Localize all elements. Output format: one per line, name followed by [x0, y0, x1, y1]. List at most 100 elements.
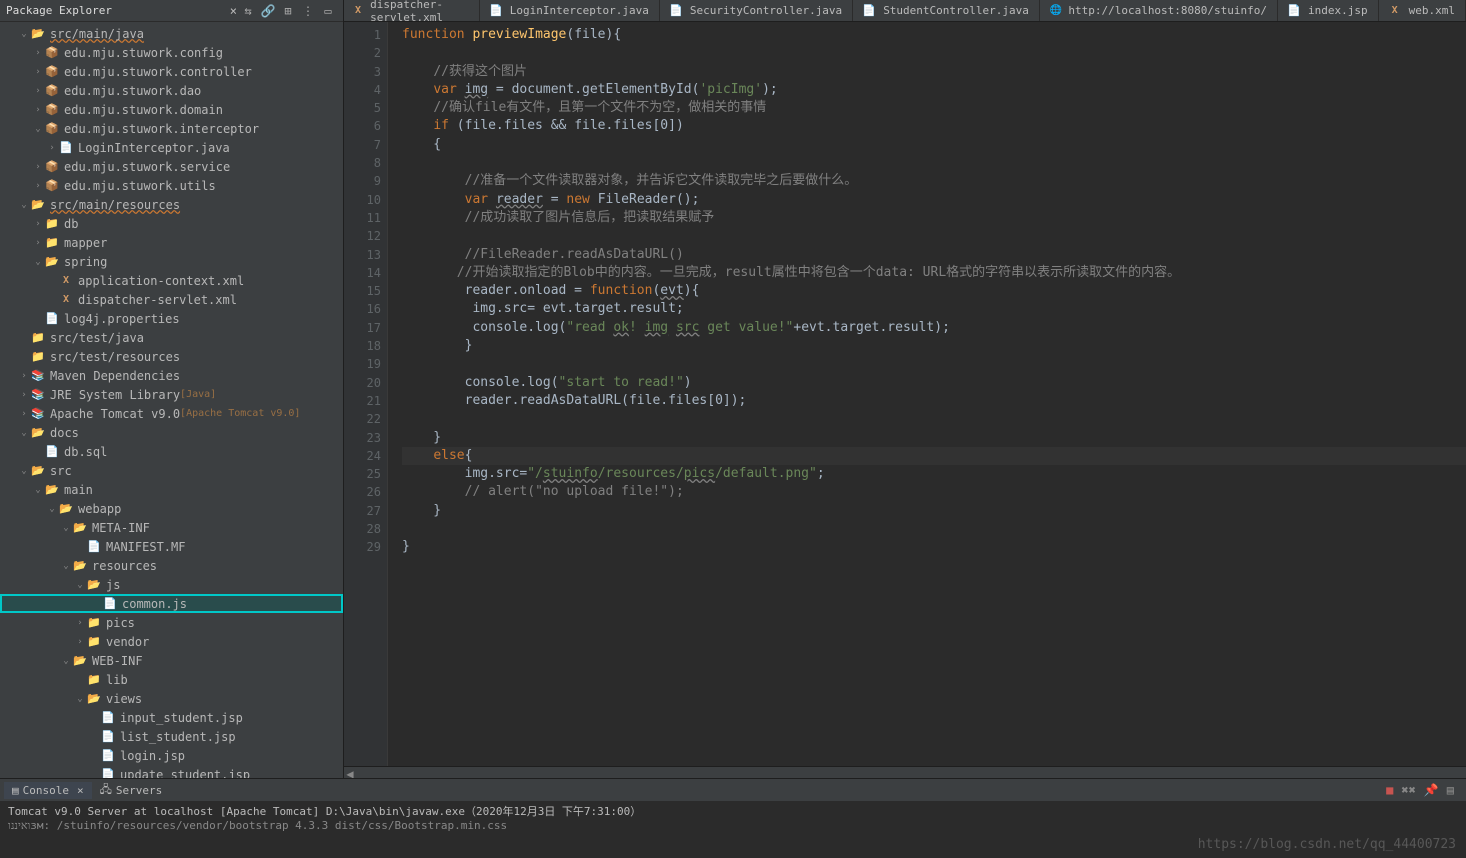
tree-item[interactable]: src/test/java [0, 328, 343, 347]
code-line[interactable]: reader.readAsDataURL(file.files[0]); [402, 392, 1466, 410]
code-line[interactable]: else{ [402, 447, 1466, 465]
chevron-down-icon[interactable]: ⌄ [46, 504, 58, 514]
tree-item[interactable]: ⌄src/main/java [0, 24, 343, 43]
focus-icon[interactable]: ⊞ [281, 4, 295, 18]
chevron-right-icon[interactable]: › [74, 618, 86, 628]
tree-item[interactable]: ⌄docs [0, 423, 343, 442]
tree-item[interactable]: log4j.properties [0, 309, 343, 328]
chevron-down-icon[interactable]: ⌄ [60, 656, 72, 666]
chevron-down-icon[interactable]: ⌄ [18, 29, 30, 39]
tree-item[interactable]: ›mapper [0, 233, 343, 252]
chevron-down-icon[interactable]: ⌄ [32, 485, 44, 495]
tree-item[interactable]: ⌄js [0, 575, 343, 594]
tree-item[interactable]: ›edu.mju.stuwork.dao [0, 81, 343, 100]
code-line[interactable]: img.src="/stuinfo/resources/pics/default… [402, 465, 1466, 483]
code-editor[interactable]: function previewImage(file){ //获得这个图片 va… [388, 22, 1466, 766]
tree-item[interactable]: ›edu.mju.stuwork.service [0, 157, 343, 176]
code-line[interactable]: } [402, 502, 1466, 520]
code-line[interactable]: var reader = new FileReader(); [402, 191, 1466, 209]
minimize-icon[interactable]: ▭ [321, 4, 335, 18]
tree-item[interactable]: ›pics [0, 613, 343, 632]
chevron-down-icon[interactable]: ⌄ [74, 694, 86, 704]
tree-item[interactable]: update_student.jsp [0, 765, 343, 778]
editor-tab[interactable]: dispatcher-servlet.xml [344, 0, 480, 21]
tree-item[interactable]: ⌄META-INF [0, 518, 343, 537]
chevron-down-icon[interactable]: ⌄ [32, 257, 44, 267]
tree-item[interactable]: ⌄spring [0, 252, 343, 271]
code-line[interactable] [402, 520, 1466, 538]
view-menu-icon[interactable]: ⋮ [301, 4, 315, 18]
code-line[interactable] [402, 355, 1466, 373]
tree-item[interactable]: lib [0, 670, 343, 689]
tree-item[interactable]: ›edu.mju.stuwork.config [0, 43, 343, 62]
tab-servers[interactable]: 🖧 Servers [92, 779, 171, 802]
tree-item[interactable]: ⌄views [0, 689, 343, 708]
chevron-down-icon[interactable]: ⌄ [32, 124, 44, 134]
code-line[interactable] [402, 44, 1466, 62]
code-line[interactable] [402, 154, 1466, 172]
code-line[interactable]: // alert("no upload file!"); [402, 483, 1466, 501]
tree-item[interactable]: src/test/resources [0, 347, 343, 366]
tree-item[interactable]: ›Maven Dependencies [0, 366, 343, 385]
link-editor-icon[interactable]: 🔗 [261, 4, 275, 18]
chevron-right-icon[interactable]: › [32, 48, 44, 58]
code-line[interactable]: //确认file有文件，且第一个文件不为空，做相关的事情 [402, 99, 1466, 117]
tree-item[interactable]: common.js [0, 594, 343, 613]
tree-item[interactable]: ›edu.mju.stuwork.utils [0, 176, 343, 195]
tree-item[interactable]: ›edu.mju.stuwork.domain [0, 100, 343, 119]
editor-tab[interactable]: web.xml [1379, 0, 1466, 21]
tree-item[interactable]: ›db [0, 214, 343, 233]
project-tree[interactable]: ⌄src/main/java›edu.mju.stuwork.config›ed… [0, 22, 343, 778]
chevron-down-icon[interactable]: ⌄ [60, 561, 72, 571]
chevron-down-icon[interactable]: ⌄ [18, 200, 30, 210]
editor-tab[interactable]: StudentController.java [853, 0, 1040, 21]
chevron-right-icon[interactable]: › [32, 219, 44, 229]
tree-item[interactable]: db.sql [0, 442, 343, 461]
code-line[interactable] [402, 410, 1466, 428]
chevron-right-icon[interactable]: › [74, 637, 86, 647]
code-line[interactable]: //FileReader.readAsDataURL() [402, 246, 1466, 264]
code-line[interactable]: //成功读取了图片信息后，把读取结果赋予 [402, 209, 1466, 227]
tree-item[interactable]: ›Apache Tomcat v9.0 [Apache Tomcat v9.0] [0, 404, 343, 423]
tab-console[interactable]: ▤ Console × [4, 782, 92, 799]
tree-item[interactable]: ⌄main [0, 480, 343, 499]
chevron-right-icon[interactable]: › [32, 105, 44, 115]
code-line[interactable]: } [402, 429, 1466, 447]
code-line[interactable]: } [402, 538, 1466, 556]
code-line[interactable]: reader.onload = function(evt){ [402, 282, 1466, 300]
editor-tab[interactable]: LoginInterceptor.java [480, 0, 660, 21]
editor-tab[interactable]: SecurityController.java [660, 0, 853, 21]
chevron-down-icon[interactable]: ⌄ [74, 580, 86, 590]
code-line[interactable]: //获得这个图片 [402, 63, 1466, 81]
tree-item[interactable]: ›edu.mju.stuwork.controller [0, 62, 343, 81]
code-line[interactable]: //准备一个文件读取器对象，并告诉它文件读取完毕之后要做什么。 [402, 172, 1466, 190]
tree-item[interactable]: ›vendor [0, 632, 343, 651]
close-icon[interactable]: × [226, 4, 241, 18]
tree-item[interactable]: MANIFEST.MF [0, 537, 343, 556]
tree-item[interactable]: ⌄src/main/resources [0, 195, 343, 214]
tree-item[interactable]: list_student.jsp [0, 727, 343, 746]
chevron-right-icon[interactable]: › [32, 238, 44, 248]
tree-item[interactable]: ⌄src [0, 461, 343, 480]
code-line[interactable]: if (file.files && file.files[0]) [402, 117, 1466, 135]
tree-item[interactable]: ⌄edu.mju.stuwork.interceptor [0, 119, 343, 138]
tree-item[interactable]: ›LoginInterceptor.java [0, 138, 343, 157]
tree-item[interactable]: input_student.jsp [0, 708, 343, 727]
code-line[interactable]: img.src= evt.target.result; [402, 300, 1466, 318]
chevron-right-icon[interactable]: › [32, 181, 44, 191]
tree-item[interactable]: application-context.xml [0, 271, 343, 290]
code-line[interactable]: { [402, 136, 1466, 154]
horizontal-scrollbar[interactable]: ◀ [344, 766, 1466, 778]
tree-item[interactable]: ›JRE System Library [Java] [0, 385, 343, 404]
editor-tabs[interactable]: dispatcher-servlet.xmlLoginInterceptor.j… [344, 0, 1466, 22]
chevron-right-icon[interactable]: › [18, 409, 30, 419]
chevron-right-icon[interactable]: › [32, 67, 44, 77]
tree-item[interactable]: dispatcher-servlet.xml [0, 290, 343, 309]
chevron-right-icon[interactable]: › [46, 143, 58, 153]
chevron-right-icon[interactable]: › [18, 371, 30, 381]
code-line[interactable]: } [402, 337, 1466, 355]
display-selected-icon[interactable]: ▤ [1447, 783, 1454, 797]
collapse-all-icon[interactable]: ⇆ [241, 4, 255, 18]
code-line[interactable]: function previewImage(file){ [402, 26, 1466, 44]
code-line[interactable]: //开始读取指定的Blob中的内容。一旦完成，result属性中将包含一个dat… [402, 264, 1466, 282]
